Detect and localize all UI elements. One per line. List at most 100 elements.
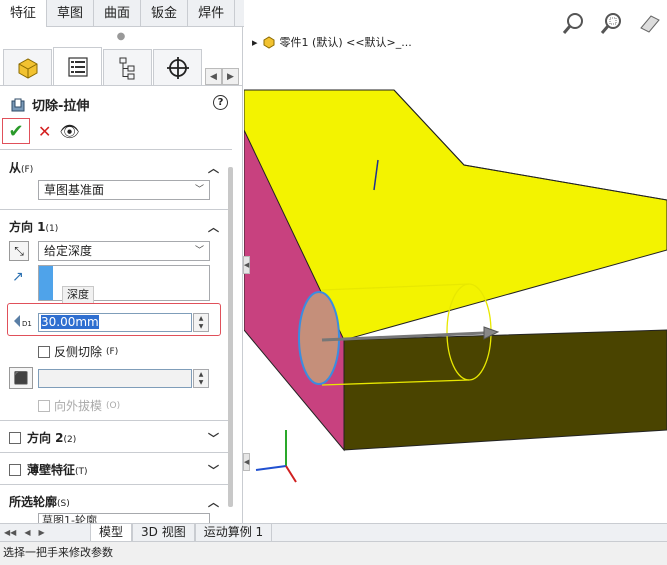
section-selected-contours-accel: (S): [57, 499, 70, 509]
crosshair-icon: [166, 56, 189, 79]
previous-view-icon[interactable]: [635, 8, 665, 38]
ok-button[interactable]: ✔: [2, 118, 30, 144]
configuration-tree-icon: [119, 57, 134, 79]
panel-collapse-handle[interactable]: ◀: [243, 256, 250, 274]
status-bar: 选择一把手来修改参数: [0, 541, 667, 565]
spinner-up-icon: ▲: [198, 370, 204, 378]
thin-feature-checkbox[interactable]: [9, 463, 21, 476]
prev-tab-icon[interactable]: ◀: [24, 528, 30, 537]
flip-side-checkbox[interactable]: [38, 345, 50, 358]
panel-collapse-handle-lower[interactable]: ◀: [243, 453, 250, 471]
draft-icon: ⬛: [13, 371, 29, 385]
depth-value: 30.00mm: [41, 315, 99, 329]
chevron-up-icon[interactable]: ︿: [208, 494, 219, 510]
tab-features[interactable]: 特征: [0, 0, 48, 27]
cut-profile-ellipse: [298, 291, 340, 385]
action-buttons: ✔ ✕ 👁: [2, 118, 80, 144]
preview-eye-icon[interactable]: 👁: [59, 122, 79, 141]
depth-spinner[interactable]: ▲ ▼: [193, 313, 209, 332]
zoom-to-area-icon[interactable]: [597, 8, 627, 38]
section-from-label: 从: [9, 161, 22, 175]
tooltip: 深度: [62, 286, 94, 304]
model-front-face: [343, 329, 667, 451]
triad-z-axis: [285, 465, 297, 483]
scroll-right-icon[interactable]: ▶: [222, 68, 239, 85]
part-icon: [18, 57, 37, 79]
section-selected-contours-label: 所选轮廓: [9, 495, 58, 509]
section-thin-feature-accel: (T): [75, 467, 88, 477]
section-thin-feature-header[interactable]: 薄壁特征(T) ﹀: [9, 461, 219, 478]
chevron-down-icon[interactable]: ﹀: [208, 430, 219, 446]
section-selected-contours-header[interactable]: 所选轮廓(S) ︿: [9, 493, 219, 510]
section-direction2-accel: (2): [63, 435, 77, 445]
part-tree-label: 零件1 (默认) <<默认>_...: [279, 36, 412, 49]
property-manager-panel: ● ◀ ▶ 切除-拉伸 ? ✔ ✕ 👁 从(F) ︿ 草图基准面 ﹀ 方向 1(…: [0, 27, 243, 523]
flyout-tree[interactable]: ▸ 零件1 (默认) <<默认>_...: [252, 34, 412, 50]
section-direction1-accel: (1): [45, 224, 59, 234]
from-select[interactable]: 草图基准面 ﹀: [38, 180, 210, 200]
draft-spinner: ▲ ▼: [193, 369, 209, 388]
tab-motion-study[interactable]: 运动算例 1: [194, 524, 273, 541]
cut-extrude-icon: [11, 98, 25, 111]
expand-arrow-icon[interactable]: ▸: [252, 36, 258, 49]
panel-scrollbar[interactable]: [228, 167, 233, 507]
draft-toggle-button[interactable]: ⬛: [9, 367, 33, 389]
feature-title: 切除-拉伸: [10, 95, 89, 114]
reverse-direction-icon: ⤡: [14, 243, 24, 258]
flip-side-label: 反侧切除: [54, 345, 103, 359]
chevron-down-icon: ﹀: [194, 185, 204, 195]
section-direction2-label: 方向 2: [27, 431, 64, 445]
feature-manager-tab[interactable]: [3, 49, 52, 85]
selected-contours-list[interactable]: 草图1-轮廓: [38, 513, 210, 523]
svg-text:D1: D1: [22, 320, 32, 328]
end-condition-select[interactable]: 给定深度 ﹀: [38, 241, 210, 261]
draft-outward-row: 向外拔模 (O): [38, 397, 120, 414]
help-icon[interactable]: ?: [213, 95, 228, 110]
property-manager-tab[interactable]: [53, 47, 102, 85]
graphics-viewport[interactable]: ▸ 零件1 (默认) <<默认>_...: [244, 0, 667, 523]
manager-tabs: ◀ ▶: [0, 46, 242, 86]
tab-sheet-metal[interactable]: 钣金: [141, 0, 189, 27]
property-list-icon: [67, 56, 88, 77]
tab-surfaces[interactable]: 曲面: [94, 0, 142, 27]
depth-input[interactable]: 30.00mm: [38, 313, 192, 332]
section-direction1-header[interactable]: 方向 1(1) ︿: [9, 218, 219, 235]
tab-sketch[interactable]: 草图: [47, 0, 95, 27]
configuration-manager-tab[interactable]: [103, 49, 152, 85]
dimxpert-manager-tab[interactable]: [153, 49, 202, 85]
first-tab-icon[interactable]: ◀◀: [4, 528, 16, 537]
chevron-up-icon[interactable]: ︿: [208, 219, 219, 235]
scroll-left-icon[interactable]: ◀: [205, 68, 222, 85]
zoom-to-fit-icon[interactable]: [559, 8, 589, 38]
tab-model[interactable]: 模型: [90, 524, 133, 541]
draft-outward-label: 向外拔模: [54, 399, 103, 413]
from-select-value: 草图基准面: [44, 183, 105, 197]
draft-outward-accel: (O): [106, 400, 121, 411]
next-tab-icon[interactable]: ▶: [38, 528, 44, 537]
chevron-down-icon: ﹀: [194, 246, 204, 256]
section-from-header[interactable]: 从(F) ︿: [9, 159, 219, 176]
draft-outward-checkbox: [38, 399, 50, 412]
chevron-up-icon[interactable]: ︿: [208, 160, 219, 176]
flip-side-checkbox-row[interactable]: 反侧切除 (F): [38, 343, 118, 360]
tab-weldments[interactable]: 焊件: [188, 0, 236, 27]
spinner-down-icon[interactable]: ▼: [194, 323, 208, 332]
triad-x-axis: [255, 465, 287, 471]
direction2-checkbox[interactable]: [9, 431, 21, 444]
section-direction2-header[interactable]: 方向 2(2) ﹀: [9, 429, 219, 446]
cancel-icon[interactable]: ✕: [38, 122, 51, 141]
reverse-direction-button[interactable]: ⤡: [9, 241, 29, 261]
divider: [0, 209, 232, 210]
selected-contours-item: 草图1-轮廓: [42, 514, 97, 523]
bottom-tab-nav: ◀◀ ◀ ▶: [0, 528, 90, 537]
panel-grip[interactable]: ●: [0, 27, 242, 46]
chevron-down-icon[interactable]: ﹀: [208, 462, 219, 478]
part-icon: [263, 36, 275, 49]
model-canvas[interactable]: [244, 0, 667, 523]
manager-tab-scroll: ◀ ▶: [205, 68, 239, 85]
section-from-accel: (F): [21, 165, 34, 175]
depth-icon: D1: [12, 311, 34, 331]
divider: [0, 149, 232, 150]
tab-3d-view[interactable]: 3D 视图: [132, 524, 195, 541]
spinner-up-icon[interactable]: ▲: [194, 314, 208, 323]
